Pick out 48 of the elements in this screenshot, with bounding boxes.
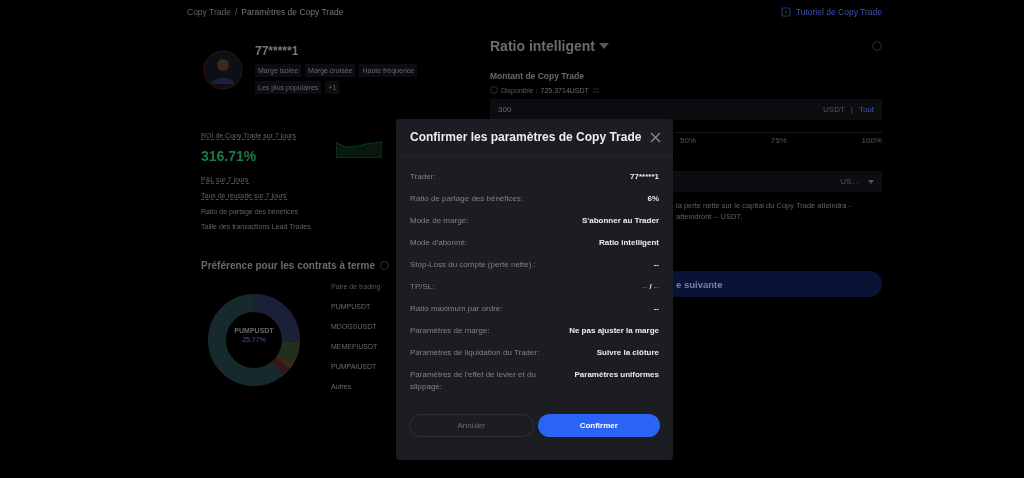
help-icon[interactable]: [872, 41, 882, 51]
section-title: Préférence pour les contrats à terme: [201, 260, 375, 271]
slider-label: 75%: [770, 136, 787, 145]
mode-dropdown[interactable]: Ratio intelligent: [490, 38, 595, 54]
setting-label: Mode de marge:: [410, 215, 469, 227]
stop-loss-value: --: [653, 281, 659, 293]
caret-icon[interactable]: [868, 179, 874, 184]
book-icon: [780, 7, 791, 17]
trader-name: 77*****1: [255, 44, 300, 58]
setting-label: Ratio maximum par ordre:: [410, 303, 503, 315]
amount-label: Montant de Copy Trade: [490, 71, 585, 81]
setting-value: Suivre la clôture: [596, 347, 659, 359]
setting-value: S'abonner au Trader: [581, 215, 659, 227]
roi-value: 316.71%: [201, 148, 258, 164]
breadcrumb-link[interactable]: Copy Trade: [187, 7, 231, 17]
avatar-icon: [203, 50, 243, 90]
setting-value: Ratio intelligent: [599, 237, 659, 249]
setting-value: Ne pas ajuster la marge: [569, 325, 659, 337]
take-profit-value: --: [642, 281, 648, 293]
setting-value: Paramètres uniformes: [574, 369, 659, 381]
setting-label: TP/SL:: [410, 281, 435, 293]
tutorial-link[interactable]: Tutoriel de Copy Trade: [795, 7, 882, 17]
all-button[interactable]: Tout: [858, 105, 874, 114]
caret-icon[interactable]: [599, 42, 609, 50]
info-icon: [490, 86, 498, 94]
breadcrumb-current: Paramètres de Copy Trade: [241, 7, 344, 17]
help-icon: [379, 261, 389, 270]
breadcrumb-separator: /: [234, 7, 238, 17]
unit-select[interactable]: US...: [840, 177, 858, 186]
amount-input-field[interactable]: 300 USDT | Tout: [490, 99, 882, 120]
setting-label: Paramètres de l'effet de levier et du slippage:: [410, 369, 537, 393]
slider-label: 50%: [680, 136, 696, 145]
setting-value: 6%: [647, 193, 659, 205]
setting-label: Mode d'abonné:: [410, 237, 468, 249]
setting-value: --: [653, 259, 659, 271]
slider-label: 100%: [861, 136, 882, 145]
setting-value: 77*****1: [630, 171, 659, 183]
setting-label: Paramètres de marge:: [410, 325, 490, 337]
dialog-title: Confirmer les paramètres de Copy Trade: [410, 130, 642, 144]
setting-label: Ratio de partage des bénéfices:: [410, 193, 523, 205]
setting-label: Stop-Loss du compte (perte nette) :: [410, 259, 536, 271]
value-separator: /: [649, 281, 652, 293]
setting-label: Paramètres de liquidation du Trader:: [410, 347, 540, 359]
close-icon[interactable]: [650, 131, 661, 143]
confirm-button[interactable]: Confirmer: [537, 414, 660, 437]
setting-value: --: [653, 303, 659, 315]
roi-sparkline-drawing: [335, 138, 382, 158]
setting-label: Trader:: [410, 171, 436, 183]
